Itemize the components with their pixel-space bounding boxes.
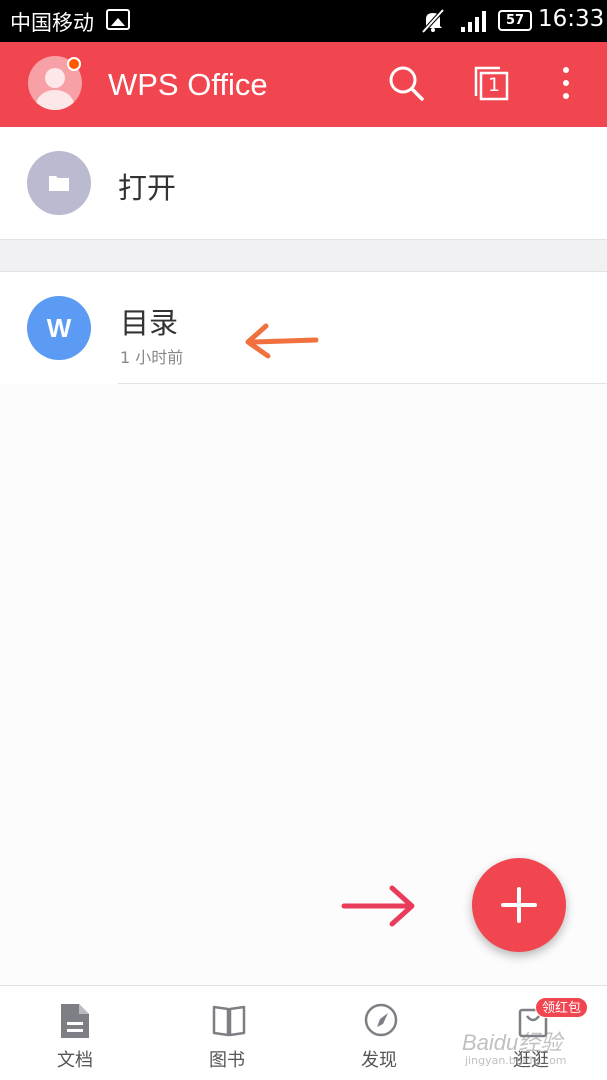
clock: 16:33 [538, 6, 605, 32]
avatar-body [36, 90, 74, 110]
search-icon[interactable] [385, 62, 427, 104]
tab-count: 1 [487, 74, 501, 96]
new-document-button[interactable] [472, 858, 566, 952]
open-icon-circle [27, 151, 91, 215]
right-arrow-annotation-icon [341, 885, 415, 927]
image-icon [106, 9, 130, 30]
red-packet-badge: 领红包 [535, 997, 589, 1018]
word-doc-icon: W [27, 296, 91, 360]
app-bar: WPS Office 1 [0, 42, 607, 127]
file-name: 目录 [120, 306, 179, 340]
avatar-head [45, 68, 65, 88]
carrier-name: 中国移动 [10, 11, 94, 35]
section-divider [0, 239, 607, 272]
mute-icon [421, 8, 445, 34]
battery-icon: 57 [498, 10, 532, 31]
compass-icon [364, 1003, 398, 1037]
tabs-icon[interactable]: 1 [470, 62, 512, 104]
file-time: 1 小时前 [120, 348, 184, 367]
divider [118, 383, 607, 384]
nav-label: 文档 [57, 1050, 93, 1071]
more-icon[interactable] [545, 62, 587, 104]
watermark-url: jingyan.baidu.com [465, 1054, 567, 1067]
open-label: 打开 [118, 171, 177, 205]
app-title: WPS Office [108, 67, 268, 102]
watermark: Baidu经验 [462, 1030, 563, 1055]
status-bar: 中国移动 57 16:33 [0, 0, 607, 42]
document-icon [61, 1004, 89, 1038]
plus-icon [501, 887, 537, 923]
doc-type-letter: W [46, 313, 72, 343]
nav-label: 发现 [361, 1050, 397, 1071]
folder-icon [49, 176, 69, 191]
left-arrow-annotation-icon [245, 323, 319, 359]
signal-icon [461, 11, 486, 32]
nav-label: 图书 [209, 1050, 245, 1071]
book-icon [212, 1005, 246, 1037]
notification-dot [67, 57, 81, 71]
nav-item-documents[interactable]: 文档 [0, 986, 150, 1080]
nav-item-discover[interactable]: 发现 [304, 986, 454, 1080]
nav-item-books[interactable]: 图书 [152, 986, 302, 1080]
open-file-row[interactable]: 打开 [0, 127, 607, 239]
